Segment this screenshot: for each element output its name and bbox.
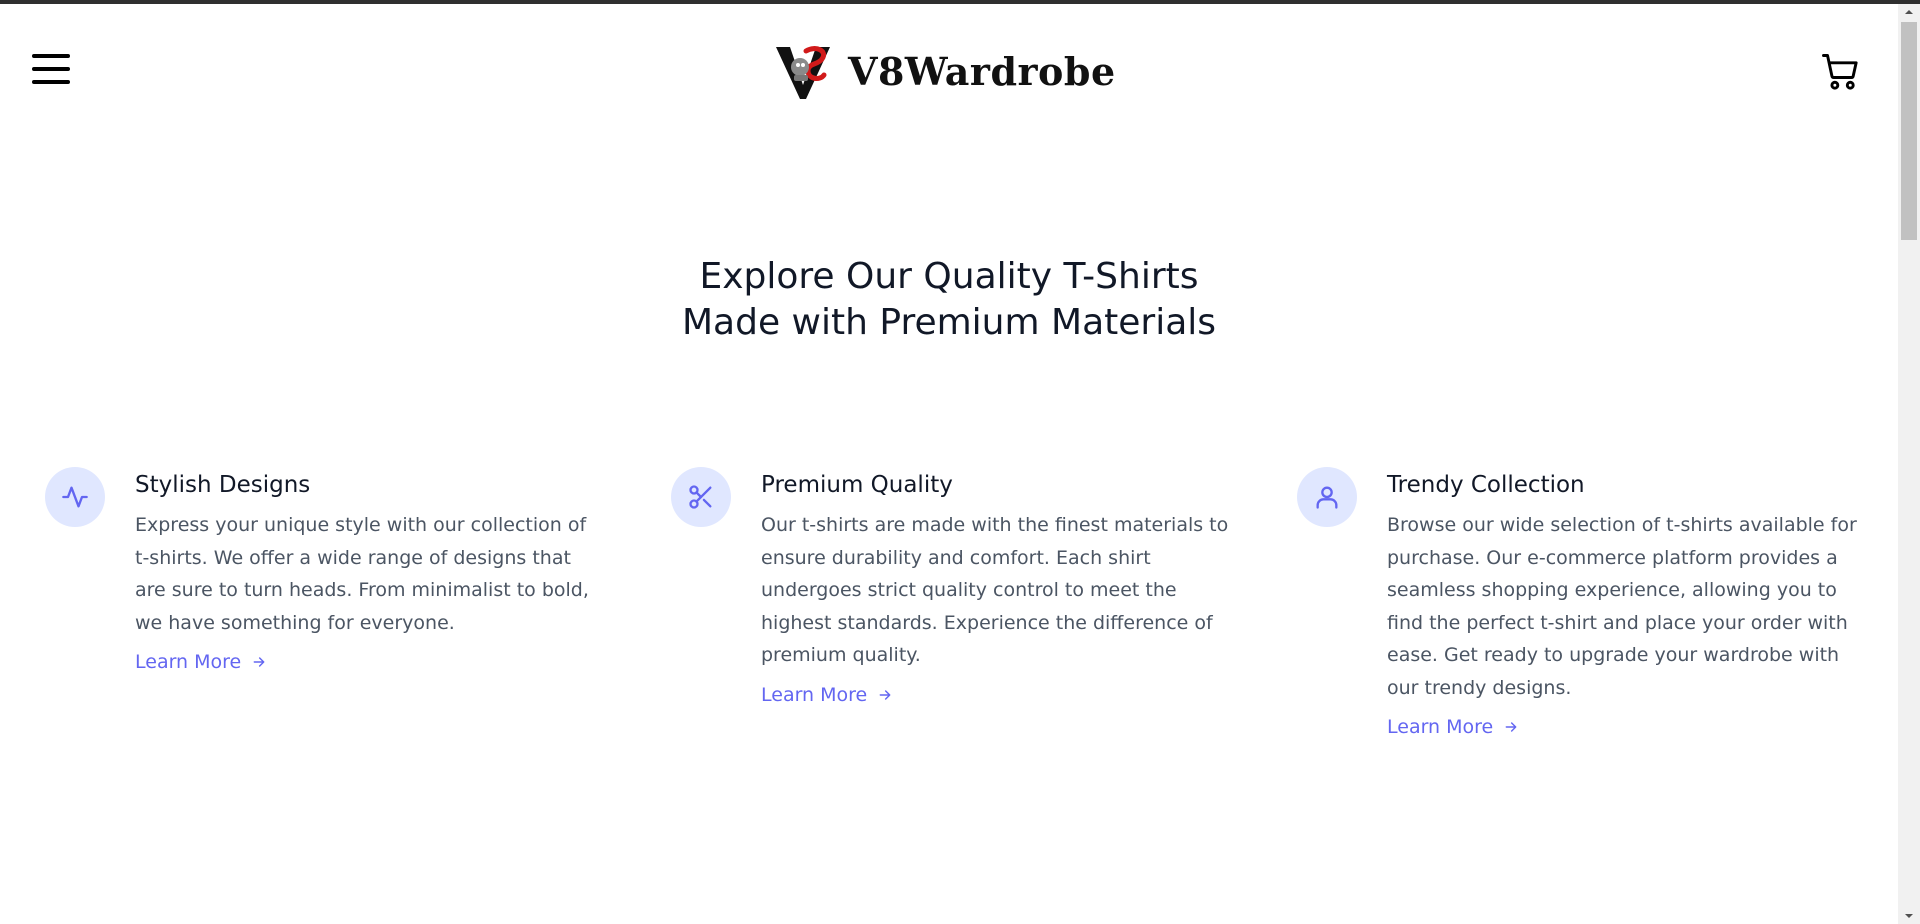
vertical-scrollbar[interactable] — [1898, 4, 1920, 924]
scroll-down-arrow-icon[interactable] — [1898, 908, 1920, 924]
scissors-icon — [671, 467, 731, 527]
user-icon — [1297, 467, 1357, 527]
scroll-up-arrow-icon[interactable] — [1898, 4, 1920, 20]
learn-more-label: Learn More — [761, 683, 868, 706]
brand-logo-icon — [776, 46, 830, 99]
feature-title: Premium Quality — [761, 472, 953, 498]
arrow-right-icon — [253, 657, 265, 667]
learn-more-link[interactable]: Learn More — [761, 684, 893, 706]
learn-more-link[interactable]: Learn More — [135, 651, 267, 673]
arrow-right-icon — [879, 689, 891, 700]
feature-description: Express your unique style with our colle… — [135, 514, 589, 634]
hero-title: Explore Our Quality T-Shirts Made with P… — [0, 254, 1898, 346]
feature-title: Stylish Designs — [135, 472, 311, 498]
activity-pulse-icon — [45, 467, 105, 527]
learn-more-label: Learn More — [1387, 716, 1494, 738]
learn-more-label: Learn More — [135, 651, 242, 673]
shopping-cart-icon[interactable] — [1818, 50, 1862, 94]
feature-body: Trendy Collection Browse our wide select… — [1387, 467, 1857, 738]
feature-body: Stylish Designs Express your unique styl… — [135, 467, 605, 673]
hero-title-line1: Explore Our Quality T-Shirts — [699, 256, 1199, 297]
page: V8Wardrobe Explore Our Quality T-Shirts … — [0, 0, 1920, 924]
brand-link[interactable]: V8Wardrobe — [772, 41, 1116, 101]
hamburger-menu-icon[interactable] — [32, 54, 70, 88]
hero-title-line2: Made with Premium Materials — [681, 302, 1217, 343]
site-header: V8Wardrobe — [0, 4, 1898, 134]
feature-description: Browse our wide selection of t-shirts av… — [1387, 514, 1857, 699]
arrow-right-icon — [1505, 722, 1517, 732]
feature-description: Our t-shirts are made with the finest ma… — [761, 514, 1229, 666]
scrollbar-thumb[interactable] — [1901, 22, 1917, 240]
feature-title: Trendy Collection — [1387, 472, 1585, 498]
brand-name: V8Wardrobe — [848, 48, 1116, 94]
feature-body: Premium Quality Our t-shirts are made wi… — [761, 467, 1231, 706]
learn-more-link[interactable]: Learn More — [1387, 716, 1519, 738]
